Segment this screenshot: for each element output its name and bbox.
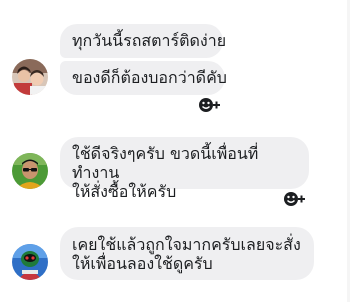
- message-text-line: เคยใช้แล้วถูกใจมากครับเลยจะสั่ง: [72, 235, 301, 254]
- message-bubble[interactable]: ทุกวันนี้รถสตาร์ติดง่าย: [60, 24, 227, 58]
- message-text-line: ให้สั่งซื้อให้ครับ: [72, 182, 177, 201]
- message-text: ของดีก็ต้องบอกว่าดีคับ: [72, 68, 227, 87]
- message-text-line: ใช้ดีจริงๆครับ ขวดนี้เพื่อนที่ทำงาน: [72, 144, 259, 182]
- message-bubble[interactable]: ของดีก็ต้องบอกว่าดีคับ: [60, 61, 227, 95]
- message-text-line: ให้เพื่อนลองใช้ดูครับ: [72, 254, 213, 273]
- message-text: ทุกวันนี้รถสตาร์ติดง่าย: [72, 31, 227, 50]
- message-bubble[interactable]: ใช้ดีจริงๆครับ ขวดนี้เพื่อนที่ทำงาน ให้ส…: [60, 137, 309, 201]
- message-bubble[interactable]: เคยใช้แล้วถูกใจมากครับเลยจะสั่ง ให้เพื่อ…: [60, 227, 314, 280]
- sender-avatar[interactable]: [12, 153, 48, 189]
- add-reaction-icon[interactable]: [198, 96, 222, 114]
- add-reaction-icon[interactable]: [283, 190, 307, 208]
- sender-avatar[interactable]: [12, 59, 48, 95]
- sender-avatar[interactable]: [12, 244, 48, 280]
- chat-thread: ทุกวันนี้รถสตาร์ติดง่าย ของดีก็ต้องบอกว่…: [0, 0, 350, 302]
